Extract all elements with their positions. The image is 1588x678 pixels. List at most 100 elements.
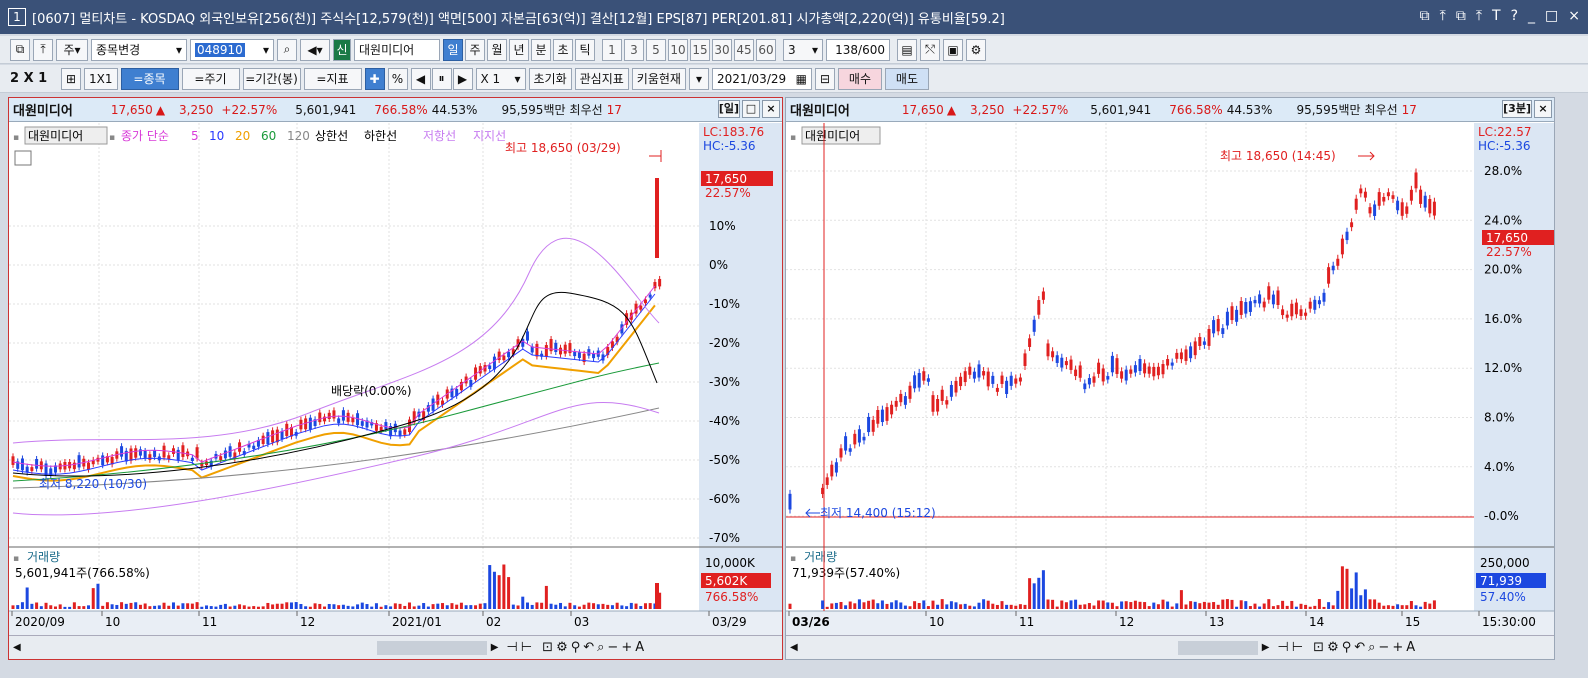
interval-10[interactable]: 10: [668, 38, 688, 61]
period-select[interactable]: 주 ▾: [56, 38, 88, 61]
left-chart-area[interactable]: 10% 0% -10% -20% -30% -40% -50% -60% -70% ▪ 거래량 5,6…: [9, 123, 782, 635]
maximize-icon[interactable]: □: [742, 100, 760, 118]
sync-button-3[interactable]: =지표: [303, 67, 362, 90]
window-button-7[interactable]: □: [1545, 8, 1558, 24]
multiplier-select[interactable]: X 1 ▾: [475, 67, 526, 90]
window-button-1[interactable]: ⤒: [1440, 8, 1446, 24]
play-control-2[interactable]: ▶: [452, 67, 473, 90]
candle: [1327, 267, 1331, 284]
sync-button-1[interactable]: =주기: [181, 67, 240, 90]
volume-bar: [1028, 578, 1032, 609]
window-button-0[interactable]: ⧉: [1420, 8, 1430, 24]
mode-select[interactable]: 종목변경 ▾: [91, 38, 187, 61]
scroll-left-icon[interactable]: ◀: [790, 642, 798, 653]
candle: [1290, 303, 1294, 317]
volume-bar: [20, 602, 24, 609]
candle: [1060, 357, 1064, 368]
grid-icon[interactable]: ⊞: [61, 67, 81, 90]
chart-add-icon[interactable]: ▤: [897, 38, 917, 61]
reset-button[interactable]: 초기화: [528, 67, 572, 90]
right-chart-area[interactable]: 28.0% 24.0% 20.0% 16.0% 12.0% 8.0% 4.0% -0.0% ▪ 거…: [786, 123, 1554, 635]
candle: [507, 351, 511, 358]
dividend-label: 배당락(0.00%): [331, 384, 412, 398]
period-tab-년[interactable]: 년: [509, 38, 529, 61]
save-icon[interactable]: ▣: [943, 38, 963, 61]
indicators-button[interactable]: 관심지표: [574, 67, 629, 90]
window-button-2[interactable]: ⧉: [1456, 8, 1466, 24]
interval-5[interactable]: 5: [646, 38, 666, 61]
kiwoom-button[interactable]: 키움현재: [631, 67, 686, 90]
candle: [1216, 319, 1220, 332]
x-tick-label: 11: [202, 615, 217, 629]
scroll-left-icon[interactable]: ◀: [13, 642, 21, 653]
interval-15[interactable]: 15: [690, 38, 710, 61]
period-tag[interactable]: [3분]: [1502, 100, 1532, 118]
interval-45[interactable]: 45: [734, 38, 754, 61]
volume-bar: [1166, 601, 1170, 609]
close-icon[interactable]: ×: [1534, 100, 1552, 118]
pin-icon[interactable]: ⤒: [33, 38, 53, 61]
period-tab-월[interactable]: 월: [487, 38, 507, 61]
window-button-8[interactable]: ×: [1568, 8, 1580, 24]
play-control-0[interactable]: ◀: [410, 67, 431, 90]
scroll-right-icon[interactable]: ▶: [491, 642, 499, 653]
zoom-tools[interactable]: ⊣⊢ ⊡⚙⚲↶⌕−+A: [506, 640, 647, 655]
gear-icon[interactable]: ⚙: [966, 38, 986, 61]
compare-icon[interactable]: ⤲: [920, 38, 940, 61]
sync-button-2[interactable]: =기간(봉): [242, 67, 301, 90]
crosshair-icon[interactable]: ✚: [364, 67, 385, 90]
stock-code-input[interactable]: 048910 ▾: [190, 38, 274, 61]
search-icon[interactable]: ⌕: [277, 38, 297, 61]
interval-60[interactable]: 60: [756, 38, 776, 61]
zoom-tools[interactable]: ⊣⊢ ⊡⚙⚲↶⌕−+A: [1277, 640, 1418, 655]
interval-30[interactable]: 30: [712, 38, 732, 61]
interval-1[interactable]: 1: [602, 38, 622, 61]
kiwoom-dropdown[interactable]: ▾: [688, 67, 709, 90]
play-control-1[interactable]: ⏸: [431, 67, 452, 90]
candle: [1428, 198, 1432, 214]
close-icon[interactable]: ×: [762, 100, 780, 118]
calendar-icon[interactable]: ⊟: [814, 67, 835, 90]
candle: [1235, 309, 1239, 322]
ratio: 44.53%: [431, 102, 478, 117]
stock-name-field[interactable]: 대원미디어: [354, 38, 440, 61]
period-tab-분[interactable]: 분: [531, 38, 551, 61]
sound-icon[interactable]: ◀▾: [300, 38, 330, 61]
period-tab-일[interactable]: 일: [443, 38, 463, 61]
candle: [153, 450, 157, 457]
candle: [871, 419, 875, 432]
window-button-4[interactable]: T: [1492, 8, 1501, 24]
buy-button[interactable]: 매수: [837, 67, 882, 90]
date-input[interactable]: 2021/03/29 ▦: [711, 67, 812, 90]
amount: 95,595백만: [1296, 103, 1361, 117]
scroll-thumb[interactable]: [376, 640, 487, 655]
window-button-3[interactable]: ⤒: [1476, 8, 1482, 24]
scroll-thumb[interactable]: [1177, 640, 1258, 655]
candle: [502, 355, 506, 361]
sync-button-0[interactable]: =종목: [120, 67, 179, 90]
volume: 5,601,941: [295, 102, 357, 117]
candle: [1368, 207, 1372, 214]
candle: [949, 384, 953, 397]
volume-bar: [205, 605, 209, 609]
screen-icon[interactable]: ⧉: [10, 38, 30, 61]
right-scrollbar[interactable]: ◀ ▶ ⊣⊢ ⊡⚙⚲↶⌕−+A: [786, 635, 1554, 659]
left-scrollbar[interactable]: ◀ ▶ ⊣⊢ ⊡⚙⚲↶⌕−+A: [9, 635, 782, 659]
volume-bar: [1041, 570, 1045, 609]
scroll-right-icon[interactable]: ▶: [1262, 642, 1270, 653]
page-count[interactable]: 138/600: [826, 38, 890, 61]
window-button-6[interactable]: _: [1528, 8, 1535, 24]
window-button-5[interactable]: ?: [1511, 8, 1518, 24]
volume-bar: [511, 604, 515, 609]
period-tag[interactable]: [일]: [717, 100, 740, 118]
sell-button[interactable]: 매도: [884, 67, 929, 90]
percent-button[interactable]: %: [387, 67, 408, 90]
one-by-one-button[interactable]: 1X1: [84, 67, 118, 90]
candle: [959, 376, 963, 387]
period-tab-주[interactable]: 주: [465, 38, 485, 61]
volume-bar: [1428, 603, 1432, 609]
period-tab-틱[interactable]: 틱: [575, 38, 595, 61]
interval-3[interactable]: 3: [624, 38, 644, 61]
count-select[interactable]: 3 ▾: [783, 38, 823, 61]
period-tab-초[interactable]: 초: [553, 38, 573, 61]
